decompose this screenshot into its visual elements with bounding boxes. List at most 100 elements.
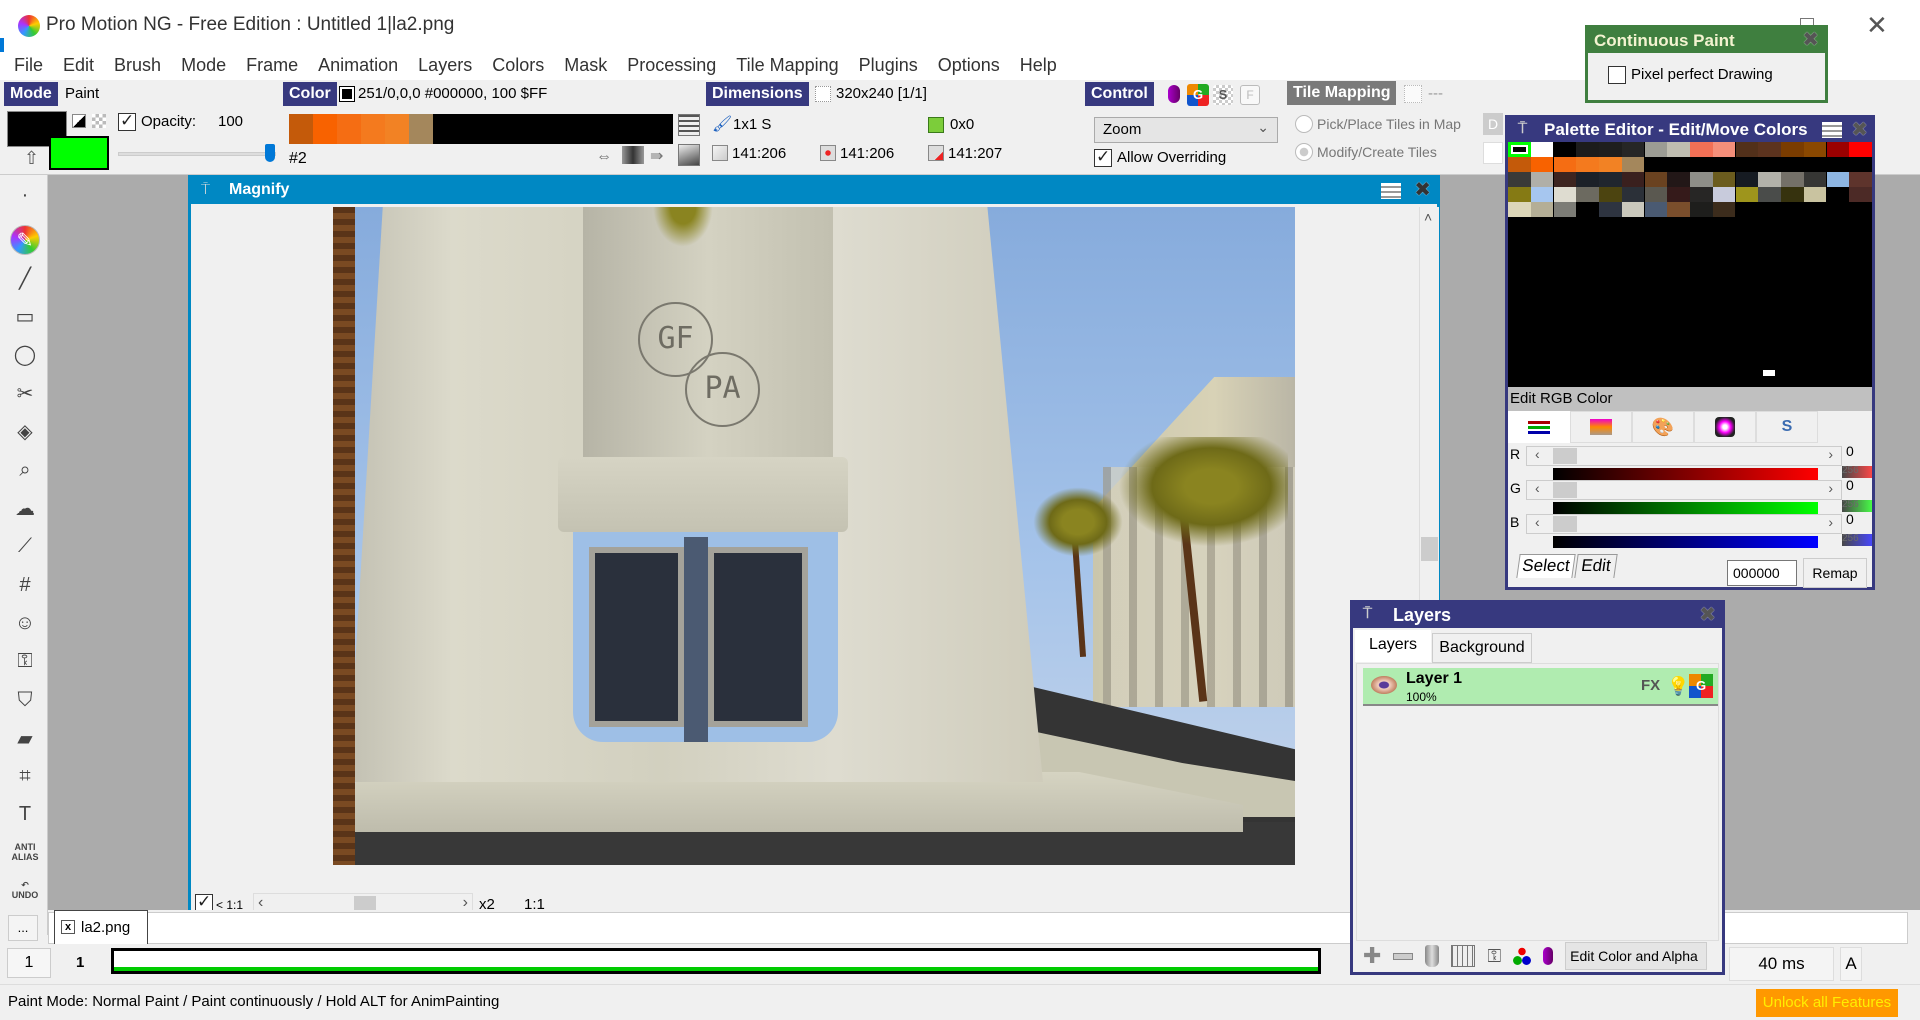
select-tab[interactable]: Select: [1516, 554, 1576, 578]
close-icon[interactable]: ✖: [1699, 605, 1716, 625]
chevron-left-icon[interactable]: ‹: [1535, 514, 1540, 530]
menu-animation[interactable]: Animation: [318, 52, 398, 80]
menu-plugins[interactable]: Plugins: [859, 52, 918, 80]
close-window-button[interactable]: ✕: [1866, 10, 1888, 41]
remap-button[interactable]: Remap: [1803, 558, 1867, 588]
palette-tab-icon[interactable]: 🎨: [1632, 411, 1694, 443]
palette-swatch[interactable]: [1712, 172, 1736, 187]
pin-icon[interactable]: ⍑: [1518, 120, 1527, 137]
crop-tool-icon[interactable]: ⌗: [10, 761, 40, 791]
gradient-tab-icon[interactable]: [1570, 411, 1632, 443]
line-tool-icon[interactable]: ╱: [10, 263, 40, 293]
palette-swatch[interactable]: [1599, 142, 1622, 157]
close-icon[interactable]: ✖: [1802, 30, 1819, 50]
palette-swatch[interactable]: [1530, 202, 1554, 217]
fx-icon[interactable]: FX: [1641, 677, 1660, 694]
close-icon[interactable]: ✖: [1414, 180, 1431, 200]
palette-swatch[interactable]: [1553, 202, 1577, 217]
slider-thumb[interactable]: [1553, 448, 1577, 464]
dot-tool-icon[interactable]: ·: [10, 180, 40, 210]
menu-options[interactable]: Options: [938, 52, 1000, 80]
pin-icon[interactable]: ⍑: [1363, 605, 1372, 622]
frame-button[interactable]: 1: [7, 948, 51, 978]
chevron-right-icon[interactable]: ›: [1828, 480, 1833, 496]
menu-colors[interactable]: Colors: [492, 52, 544, 80]
menu-mode[interactable]: Mode: [181, 52, 226, 80]
palette-swatch[interactable]: [1644, 202, 1668, 217]
gradient-color-cell[interactable]: [313, 114, 337, 144]
gradient-color-cell[interactable]: [385, 114, 409, 144]
palette-swatch[interactable]: [1508, 202, 1531, 217]
chevron-left-icon[interactable]: ‹: [1535, 446, 1540, 462]
palette-swatch[interactable]: [1621, 172, 1645, 187]
palette-swatch[interactable]: [1621, 202, 1645, 217]
swap-tab-icon[interactable]: S: [1756, 411, 1818, 443]
palette-swatch[interactable]: [1690, 187, 1713, 202]
layers-tab[interactable]: Layers: [1355, 630, 1431, 662]
fill-tool-icon[interactable]: ◈: [10, 416, 40, 446]
magnify-title-bar[interactable]: ⍑ Magnify ✖: [191, 178, 1437, 204]
magnifier-tool-icon[interactable]: ⌕: [10, 455, 40, 485]
allow-overriding-checkbox[interactable]: [1094, 147, 1112, 167]
palette-swatch[interactable]: [1735, 202, 1759, 217]
pixel-perfect-checkbox[interactable]: [1608, 66, 1626, 84]
palette-swatch[interactable]: [1576, 187, 1599, 202]
palette-swatch[interactable]: [1644, 142, 1668, 157]
mode-value[interactable]: Paint: [65, 84, 99, 104]
palette-swatch[interactable]: [1599, 202, 1622, 217]
continuous-paint-title[interactable]: Continuous Paint: [1588, 28, 1825, 53]
edit-tab[interactable]: Edit: [1574, 554, 1618, 578]
palette-swatch[interactable]: [1530, 142, 1554, 157]
chevron-right-icon[interactable]: ›: [1828, 514, 1833, 530]
g-color-icon[interactable]: G: [1187, 84, 1209, 106]
palette-swatch[interactable]: [1712, 157, 1736, 172]
palette-swatch[interactable]: [1690, 202, 1713, 217]
smudge-tool-icon[interactable]: ☁: [10, 493, 40, 523]
palette-swatch[interactable]: [1576, 157, 1599, 172]
channel-slider[interactable]: ‹ ›: [1526, 446, 1842, 466]
palette-swatch[interactable]: [1644, 157, 1668, 172]
layers-title-bar[interactable]: ⍑ Layers ✖: [1353, 603, 1722, 628]
palette-swatch[interactable]: [1508, 157, 1531, 172]
opacity-checkbox[interactable]: [118, 111, 136, 131]
palette-swatch[interactable]: [1576, 202, 1599, 217]
menu-help[interactable]: Help: [1020, 52, 1057, 80]
palette-swatch[interactable]: [1758, 157, 1781, 172]
add-layer-icon[interactable]: ✚: [1363, 943, 1381, 969]
palette-swatch[interactable]: [1826, 142, 1850, 157]
swap-colors-icon[interactable]: ⇧: [24, 148, 39, 169]
d-button[interactable]: D: [1483, 113, 1503, 135]
g-color-icon[interactable]: G: [1689, 674, 1713, 698]
palette-swatch[interactable]: [1781, 142, 1804, 157]
palette-swatch[interactable]: [1576, 142, 1599, 157]
palette-swatch[interactable]: [1530, 187, 1554, 202]
background-tab[interactable]: Background: [1432, 633, 1532, 663]
window-menu-icon[interactable]: [1381, 183, 1401, 199]
menu-edit[interactable]: Edit: [63, 52, 94, 80]
palette-swatch[interactable]: [1712, 202, 1736, 217]
dimensions-value[interactable]: 320x240 [1/1]: [836, 84, 927, 104]
slider-thumb[interactable]: [1553, 516, 1577, 532]
palette-swatch[interactable]: [1735, 172, 1759, 187]
menu-tile-mapping[interactable]: Tile Mapping: [736, 52, 838, 80]
anti-alias-tool-icon[interactable]: ANTI ALIAS: [10, 837, 40, 867]
ellipse-tool-icon[interactable]: ◯: [10, 339, 40, 369]
scroll-thumb[interactable]: [1421, 537, 1438, 561]
palette-swatch[interactable]: [1667, 172, 1690, 187]
palette-swatch[interactable]: [1758, 187, 1781, 202]
menu-mask[interactable]: Mask: [564, 52, 607, 80]
transparency-icon[interactable]: [92, 114, 106, 128]
palette-swatch[interactable]: [1530, 157, 1554, 172]
color-mode-icon[interactable]: [72, 114, 86, 128]
tab-close-button[interactable]: x: [61, 920, 75, 934]
alpha-icon[interactable]: [1543, 947, 1554, 965]
palette-swatch[interactable]: [1803, 157, 1827, 172]
palette-swatch[interactable]: [1530, 172, 1554, 187]
palette-swatch[interactable]: [1826, 202, 1850, 217]
palette-swatch[interactable]: [1849, 202, 1872, 217]
palette-swatch[interactable]: [1849, 172, 1872, 187]
undo-tool-icon[interactable]: ↶ UNDO: [10, 875, 40, 905]
palette-swatch[interactable]: [1803, 202, 1827, 217]
palette-swatch[interactable]: [1599, 172, 1622, 187]
color-gradient-bar[interactable]: [289, 114, 673, 144]
